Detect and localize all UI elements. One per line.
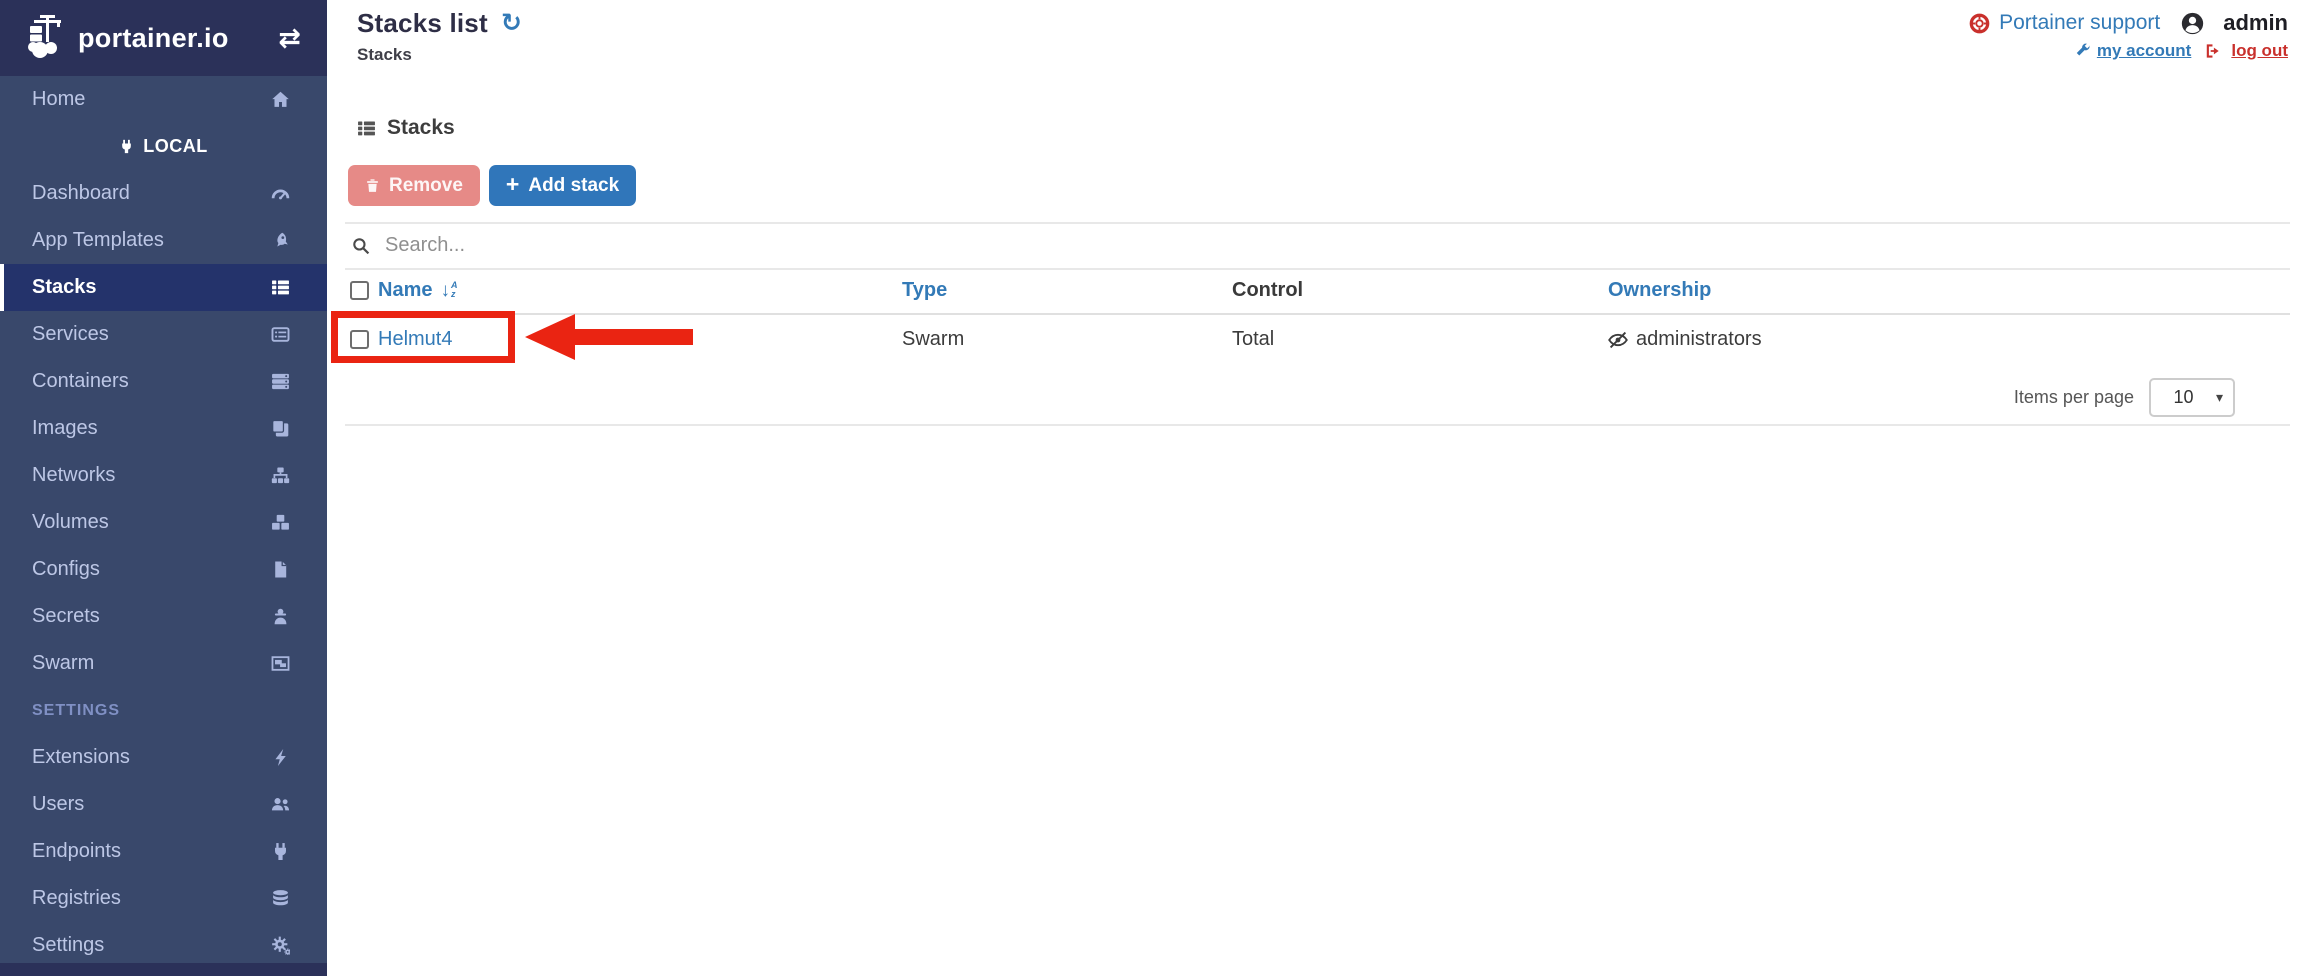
- tachometer-icon: [269, 184, 291, 203]
- column-header-type[interactable]: Type: [902, 279, 947, 302]
- stack-control: Total: [1232, 328, 1274, 351]
- users-icon: [269, 795, 291, 814]
- stack-type: Swarm: [902, 328, 964, 351]
- table-header-row: Name ↓Az Type Control Ownership: [345, 269, 2290, 313]
- sidebar-item-label: Users: [32, 793, 84, 816]
- search-icon: [352, 237, 370, 255]
- trash-icon: [365, 178, 380, 193]
- cubes-icon: [269, 513, 291, 532]
- list-alt-icon: [269, 325, 291, 344]
- sidebar-item-label: Endpoints: [32, 840, 121, 863]
- logo-bar[interactable]: portainer.io ⇄: [0, 0, 327, 76]
- sidebar-item-containers[interactable]: Containers: [0, 358, 327, 405]
- eye-slash-icon: [1608, 330, 1628, 350]
- home-icon: [269, 90, 291, 109]
- endpoint-switch-icon[interactable]: ⇄: [278, 25, 301, 52]
- sidebar-nav: Home LOCAL Dashboard App Templates Stacks Ser…: [0, 76, 327, 969]
- divider: [345, 424, 2290, 426]
- sidebar-item-registries[interactable]: Registries: [0, 875, 327, 922]
- th-list-icon: [357, 119, 376, 138]
- sidebar-item-label: Extensions: [32, 746, 130, 769]
- stack-ownership: administrators: [1636, 328, 1762, 351]
- sidebar-footer: [0, 963, 327, 976]
- divider: [345, 222, 2290, 224]
- database-icon: [269, 889, 291, 908]
- plus-icon: +: [506, 173, 519, 196]
- sidebar-item-settings[interactable]: Settings: [0, 922, 327, 969]
- sidebar-item-label: Swarm: [32, 652, 94, 675]
- sidebar-item-app-templates[interactable]: App Templates: [0, 217, 327, 264]
- sidebar-item-swarm[interactable]: Swarm: [0, 640, 327, 687]
- sidebar-item-label: Dashboard: [32, 182, 130, 205]
- brand-name: portainer.io: [78, 23, 278, 54]
- rocket-icon: [269, 231, 291, 250]
- caret-down-icon: ▾: [2216, 389, 2223, 406]
- plug-icon: [119, 139, 134, 154]
- sidebar-item-label: Networks: [32, 464, 115, 487]
- portainer-logo-icon: [26, 14, 70, 62]
- sidebar-item-label: Containers: [32, 370, 129, 393]
- sidebar-item-users[interactable]: Users: [0, 781, 327, 828]
- sidebar-section-settings: SETTINGS: [0, 687, 327, 734]
- sidebar-item-configs[interactable]: Configs: [0, 546, 327, 593]
- sidebar-item-services[interactable]: Services: [0, 311, 327, 358]
- sidebar-item-label: Configs: [32, 558, 100, 581]
- sidebar-item-label: Settings: [32, 934, 104, 957]
- copy-icon: [269, 419, 291, 438]
- toolbar: Remove + Add stack: [348, 165, 636, 206]
- user-secret-icon: [269, 607, 291, 626]
- sitemap-icon: [269, 466, 291, 485]
- sidebar-item-label: Images: [32, 417, 98, 440]
- sidebar-item-label: Stacks: [32, 276, 97, 299]
- annotation-highlight-rect: [331, 311, 515, 363]
- sidebar-item-label: Volumes: [32, 511, 109, 534]
- pagination: Items per page 10 ▾: [2014, 375, 2235, 419]
- widget-title: Stacks: [357, 116, 455, 140]
- search-input[interactable]: [383, 233, 947, 258]
- sidebar-item-home[interactable]: Home: [0, 76, 327, 123]
- plug-icon: [269, 842, 291, 861]
- sidebar-item-networks[interactable]: Networks: [0, 452, 327, 499]
- cogs-icon: [269, 936, 291, 955]
- annotation-arrow: [523, 311, 695, 363]
- file-icon: [269, 560, 291, 579]
- sidebar-item-volumes[interactable]: Volumes: [0, 499, 327, 546]
- items-per-page-value: 10: [2151, 387, 2216, 408]
- sidebar-item-dashboard[interactable]: Dashboard: [0, 170, 327, 217]
- th-list-icon: [269, 278, 291, 297]
- remove-button-label: Remove: [389, 175, 463, 197]
- column-header-name[interactable]: Name ↓Az: [378, 279, 457, 302]
- bolt-icon: [269, 748, 291, 767]
- remove-button[interactable]: Remove: [348, 165, 480, 206]
- sidebar-item-images[interactable]: Images: [0, 405, 327, 452]
- column-header-ownership[interactable]: Ownership: [1608, 279, 1711, 302]
- sidebar-item-label: Secrets: [32, 605, 100, 628]
- column-header-control: Control: [1232, 279, 1303, 302]
- sidebar-endpoint-local[interactable]: LOCAL: [0, 123, 327, 170]
- add-stack-button-label: Add stack: [528, 175, 619, 197]
- sidebar-item-secrets[interactable]: Secrets: [0, 593, 327, 640]
- endpoint-label: LOCAL: [143, 136, 208, 157]
- server-icon: [269, 372, 291, 391]
- sidebar-item-label: Services: [32, 323, 109, 346]
- sidebar-item-label: Home: [32, 88, 85, 111]
- sidebar-item-extensions[interactable]: Extensions: [0, 734, 327, 781]
- items-per-page-select[interactable]: 10 ▾: [2149, 378, 2235, 417]
- main-content: Stacks list ↻ Stacks Portainer support a…: [327, 0, 2304, 976]
- sort-alpha-icon[interactable]: ↓Az: [440, 281, 457, 300]
- widget-title-label: Stacks: [387, 116, 455, 140]
- sidebar-item-endpoints[interactable]: Endpoints: [0, 828, 327, 875]
- object-group-icon: [269, 654, 291, 673]
- search-bar: [352, 233, 947, 258]
- sidebar-item-stacks[interactable]: Stacks: [0, 264, 327, 311]
- stacks-widget: Stacks Remove + Add stack Name ↓Az: [345, 0, 2290, 976]
- items-per-page-label: Items per page: [2014, 387, 2134, 408]
- sidebar-item-label: Registries: [32, 887, 121, 910]
- add-stack-button[interactable]: + Add stack: [489, 165, 636, 206]
- select-all-checkbox[interactable]: [350, 281, 369, 300]
- sidebar-item-label: App Templates: [32, 229, 164, 252]
- sidebar: portainer.io ⇄ Home LOCAL Dashboard App Tem…: [0, 0, 327, 976]
